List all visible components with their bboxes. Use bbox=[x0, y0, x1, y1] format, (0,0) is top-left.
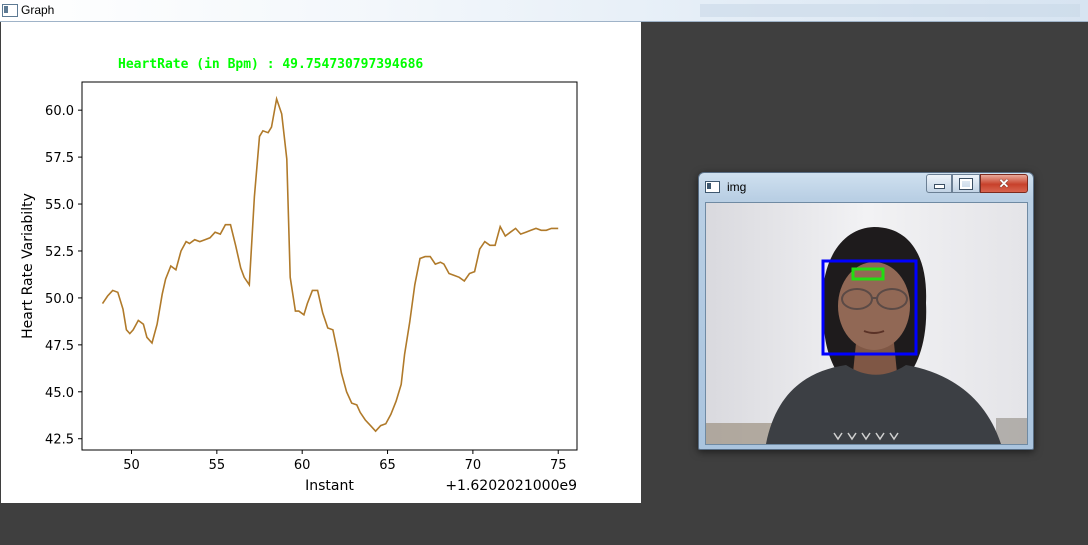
x-tick-label: 60 bbox=[294, 458, 311, 473]
maximize-icon bbox=[959, 177, 973, 190]
y-tick-label: 60.0 bbox=[45, 104, 74, 119]
x-tick-label: 55 bbox=[209, 458, 226, 473]
img-window-icon bbox=[705, 181, 720, 193]
y-tick-label: 47.5 bbox=[45, 339, 74, 354]
heart-rate-plot: 50 55 60 65 70 75 42.5 45.0 47.5 50.0 52.5 55.0 57.5… bbox=[20, 81, 578, 494]
graph-canvas: 50 55 60 65 70 75 42.5 45.0 47.5 50.0 52.5 55.0 57.5… bbox=[1, 22, 641, 503]
y-tick-label: 52.5 bbox=[45, 245, 74, 260]
img-window[interactable]: img ✕ bbox=[698, 172, 1034, 450]
webcam-image-view bbox=[705, 202, 1028, 445]
img-window-title: img bbox=[727, 180, 747, 194]
y-tick-label: 55.0 bbox=[45, 198, 74, 213]
x-tick-label: 70 bbox=[465, 458, 482, 473]
x-tick-label: 75 bbox=[550, 458, 567, 473]
heart-rate-line bbox=[101, 95, 559, 433]
x-tick-label: 65 bbox=[379, 458, 396, 473]
app-window-icon bbox=[2, 4, 18, 17]
background-taskbar-ghost bbox=[700, 4, 1080, 17]
y-tick-label: 57.5 bbox=[45, 151, 74, 166]
webcam-frame bbox=[706, 203, 1027, 444]
x-tick-label: 50 bbox=[123, 458, 140, 473]
close-icon: ✕ bbox=[998, 175, 1010, 191]
minimize-icon bbox=[933, 184, 945, 189]
x-axis-offset-label: +1.6202021000e9 bbox=[445, 478, 577, 494]
graph-window-titlebar[interactable]: Graph bbox=[0, 0, 1088, 22]
plot-ticks: 50 55 60 65 70 75 42.5 45.0 47.5 50.0 52.5 55.0 57.5… bbox=[45, 104, 566, 473]
plot-frame bbox=[81, 81, 578, 451]
y-tick-label: 42.5 bbox=[45, 433, 74, 448]
minimize-button[interactable] bbox=[926, 174, 952, 193]
maximize-button[interactable] bbox=[952, 174, 980, 193]
y-tick-label: 50.0 bbox=[45, 292, 74, 307]
close-button[interactable]: ✕ bbox=[980, 174, 1028, 193]
graph-window-title: Graph bbox=[21, 3, 55, 17]
y-axis-label: Heart Rate Variabilty bbox=[20, 193, 36, 339]
y-tick-label: 45.0 bbox=[45, 386, 74, 401]
heart-rate-readout: HeartRate (in Bpm) : 49.754730797394686 bbox=[118, 57, 424, 72]
x-axis-label: Instant bbox=[305, 478, 354, 494]
